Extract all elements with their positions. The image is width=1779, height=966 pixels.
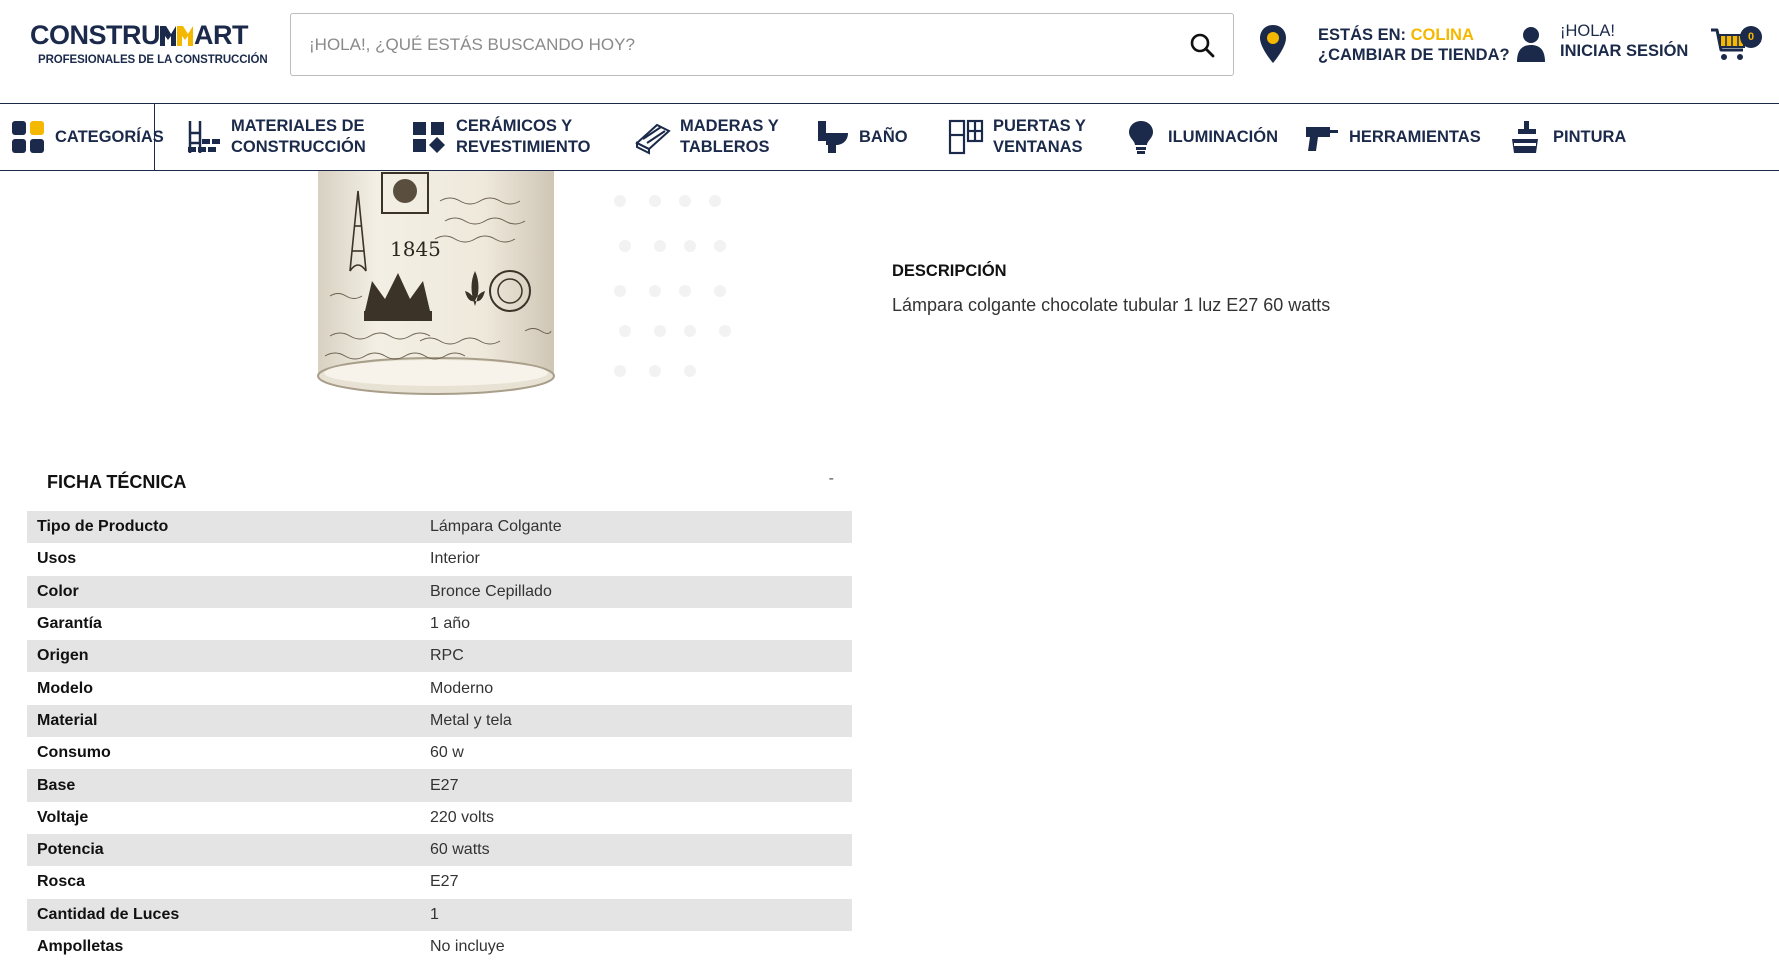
product-image[interactable]: 1845 <box>80 171 785 421</box>
site-header: CONSTRU ART PROFESIONALES DE LA CONSTRUCC… <box>0 0 1779 103</box>
spec-table: Tipo de Producto Lámpara Colgante Usos Int… <box>27 511 852 963</box>
store-selector[interactable]: ESTÁS EN: COLINA ¿CAMBIAR DE TIENDA? <box>1258 22 1510 72</box>
spec-value: Interior <box>430 550 480 568</box>
spec-key: Modelo <box>37 679 93 697</box>
logo-m-mark <box>160 22 194 46</box>
spec-row: Material Metal y tela <box>27 704 852 738</box>
spec-key: Consumo <box>37 744 111 762</box>
bricks-icon <box>188 121 220 153</box>
nav-label: HERRAMIENTAS <box>1349 127 1481 146</box>
spec-value: 60 w <box>430 744 464 762</box>
brand-logo[interactable]: CONSTRU ART PROFESIONALES DE LA CONSTRUCC… <box>30 20 268 70</box>
spec-row: Potencia 60 watts <box>27 833 852 867</box>
spec-row: Garantía 1 año <box>27 608 852 640</box>
cart-button[interactable]: 0 <box>1710 24 1768 64</box>
spec-key: Base <box>37 776 76 794</box>
search-input[interactable] <box>309 14 1169 75</box>
location-pin-icon <box>1260 25 1286 63</box>
spec-value: 1 año <box>430 615 471 633</box>
category-nav: CATEGORÍAS MATERIALES DE CONSTRUCCIÓN CER… <box>0 103 1779 171</box>
spec-row: Ampolletas No incluye <box>27 931 852 963</box>
bulb-icon <box>1129 121 1153 154</box>
spec-key: Rosca <box>37 873 86 891</box>
user-icon <box>1517 27 1545 62</box>
change-store-link[interactable]: ¿CAMBIAR DE TIENDA? <box>1318 46 1510 65</box>
spec-key: Voltaje <box>37 808 89 826</box>
paint-icon <box>1512 121 1538 153</box>
spec-row: Origen RPC <box>27 640 852 673</box>
nav-item-puertas[interactable]: PUERTAS Y VENTANAS <box>948 104 1086 170</box>
nav-label: MATERIALES DE CONSTRUCCIÓN <box>231 117 366 156</box>
spec-row: Usos Interior <box>27 543 852 575</box>
nav-label: BAÑO <box>859 127 908 146</box>
search-bar <box>290 13 1234 76</box>
spec-row: Modelo Moderno <box>27 672 852 704</box>
spec-value: Bronce Cepillado <box>430 582 552 600</box>
spec-row: Rosca E27 <box>27 866 852 898</box>
spec-key: Cantidad de Luces <box>37 905 180 923</box>
spec-row: Tipo de Producto Lámpara Colgante <box>27 511 852 544</box>
spec-row: Cantidad de Luces 1 <box>27 898 852 931</box>
wood-icon <box>635 123 671 155</box>
current-store-label: ESTÁS EN: COLINA <box>1318 26 1474 44</box>
nav-item-categories[interactable]: CATEGORÍAS <box>0 104 164 170</box>
signin-link[interactable]: INICIAR SESIÓN <box>1560 42 1688 61</box>
greeting-text: ¡HOLA! <box>1560 22 1616 40</box>
nav-item-maderas[interactable]: MADERAS Y TABLEROS <box>635 104 779 170</box>
nav-label: MADERAS Y TABLEROS <box>680 117 779 156</box>
spec-row: Consumo 60 w <box>27 737 852 769</box>
spec-value: Lámpara Colgante <box>430 518 562 536</box>
search-icon[interactable] <box>1189 32 1215 58</box>
nav-item-bano[interactable]: BAÑO <box>814 104 908 170</box>
spec-row: Base E27 <box>27 769 852 802</box>
toilet-icon <box>818 121 848 153</box>
brand-wordmark: CONSTRU ART <box>30 20 249 50</box>
tiles-icon <box>413 122 445 153</box>
nav-item-ceramicos[interactable]: CERÁMICOS Y REVESTIMIENTO <box>411 104 590 170</box>
spec-accordion-header[interactable]: FICHA TÉCNICA - <box>27 462 852 502</box>
spec-value: E27 <box>430 873 459 891</box>
lamp-illustration: 1845 <box>317 171 731 395</box>
cart-count-badge: 0 <box>1740 26 1762 48</box>
spec-key: Usos <box>37 550 77 568</box>
spec-value: Moderno <box>430 679 494 697</box>
spec-title: FICHA TÉCNICA <box>47 472 187 492</box>
spec-value: Metal y tela <box>430 711 512 729</box>
door-icon <box>948 119 984 155</box>
nav-item-pintura[interactable]: PINTURA <box>1508 104 1626 170</box>
nav-label: PINTURA <box>1553 127 1627 146</box>
spec-row: Color Bronce Cepillado <box>27 575 852 608</box>
store-name: COLINA <box>1410 26 1474 44</box>
account-login[interactable]: ¡HOLA! INICIAR SESIÓN <box>1516 22 1696 72</box>
nav-item-herramientas[interactable]: HERRAMIENTAS <box>1304 104 1481 170</box>
nav-label: CATEGORÍAS <box>55 127 164 146</box>
nav-label: CERÁMICOS Y REVESTIMIENTO <box>456 117 591 156</box>
spec-row: Voltaje 220 volts <box>27 802 852 834</box>
drill-icon <box>1306 127 1338 151</box>
spec-value: No incluye <box>430 938 505 955</box>
nav-item-materiales[interactable]: MATERIALES DE CONSTRUCCIÓN <box>186 104 366 170</box>
spec-value: 1 <box>430 905 439 923</box>
description-title: DESCRIPCIÓN <box>892 262 1007 280</box>
spec-key: Potencia <box>37 841 104 859</box>
spec-key: Origen <box>37 647 89 665</box>
spec-key: Color <box>37 582 79 600</box>
spec-key: Garantía <box>37 615 102 633</box>
lamp-year-text: 1845 <box>390 237 441 261</box>
spec-value: RPC <box>430 647 464 665</box>
collapse-toggle[interactable]: - <box>829 470 834 488</box>
spec-value: E27 <box>430 776 459 794</box>
nav-item-iluminacion[interactable]: ILUMINACIÓN <box>1123 104 1278 170</box>
spec-value: 60 watts <box>430 841 490 859</box>
description-text: Lámpara colgante chocolate tubular 1 luz… <box>892 295 1331 315</box>
spec-value: 220 volts <box>430 808 495 826</box>
categories-icon <box>12 121 44 153</box>
nav-label: PUERTAS Y VENTANAS <box>993 117 1086 156</box>
spec-key: Material <box>37 711 98 729</box>
spec-key: Tipo de Producto <box>37 518 169 536</box>
spec-key: Ampolletas <box>37 938 124 955</box>
nav-label: ILUMINACIÓN <box>1168 127 1278 146</box>
brand-tagline: PROFESIONALES DE LA CONSTRUCCIÓN <box>38 54 268 66</box>
